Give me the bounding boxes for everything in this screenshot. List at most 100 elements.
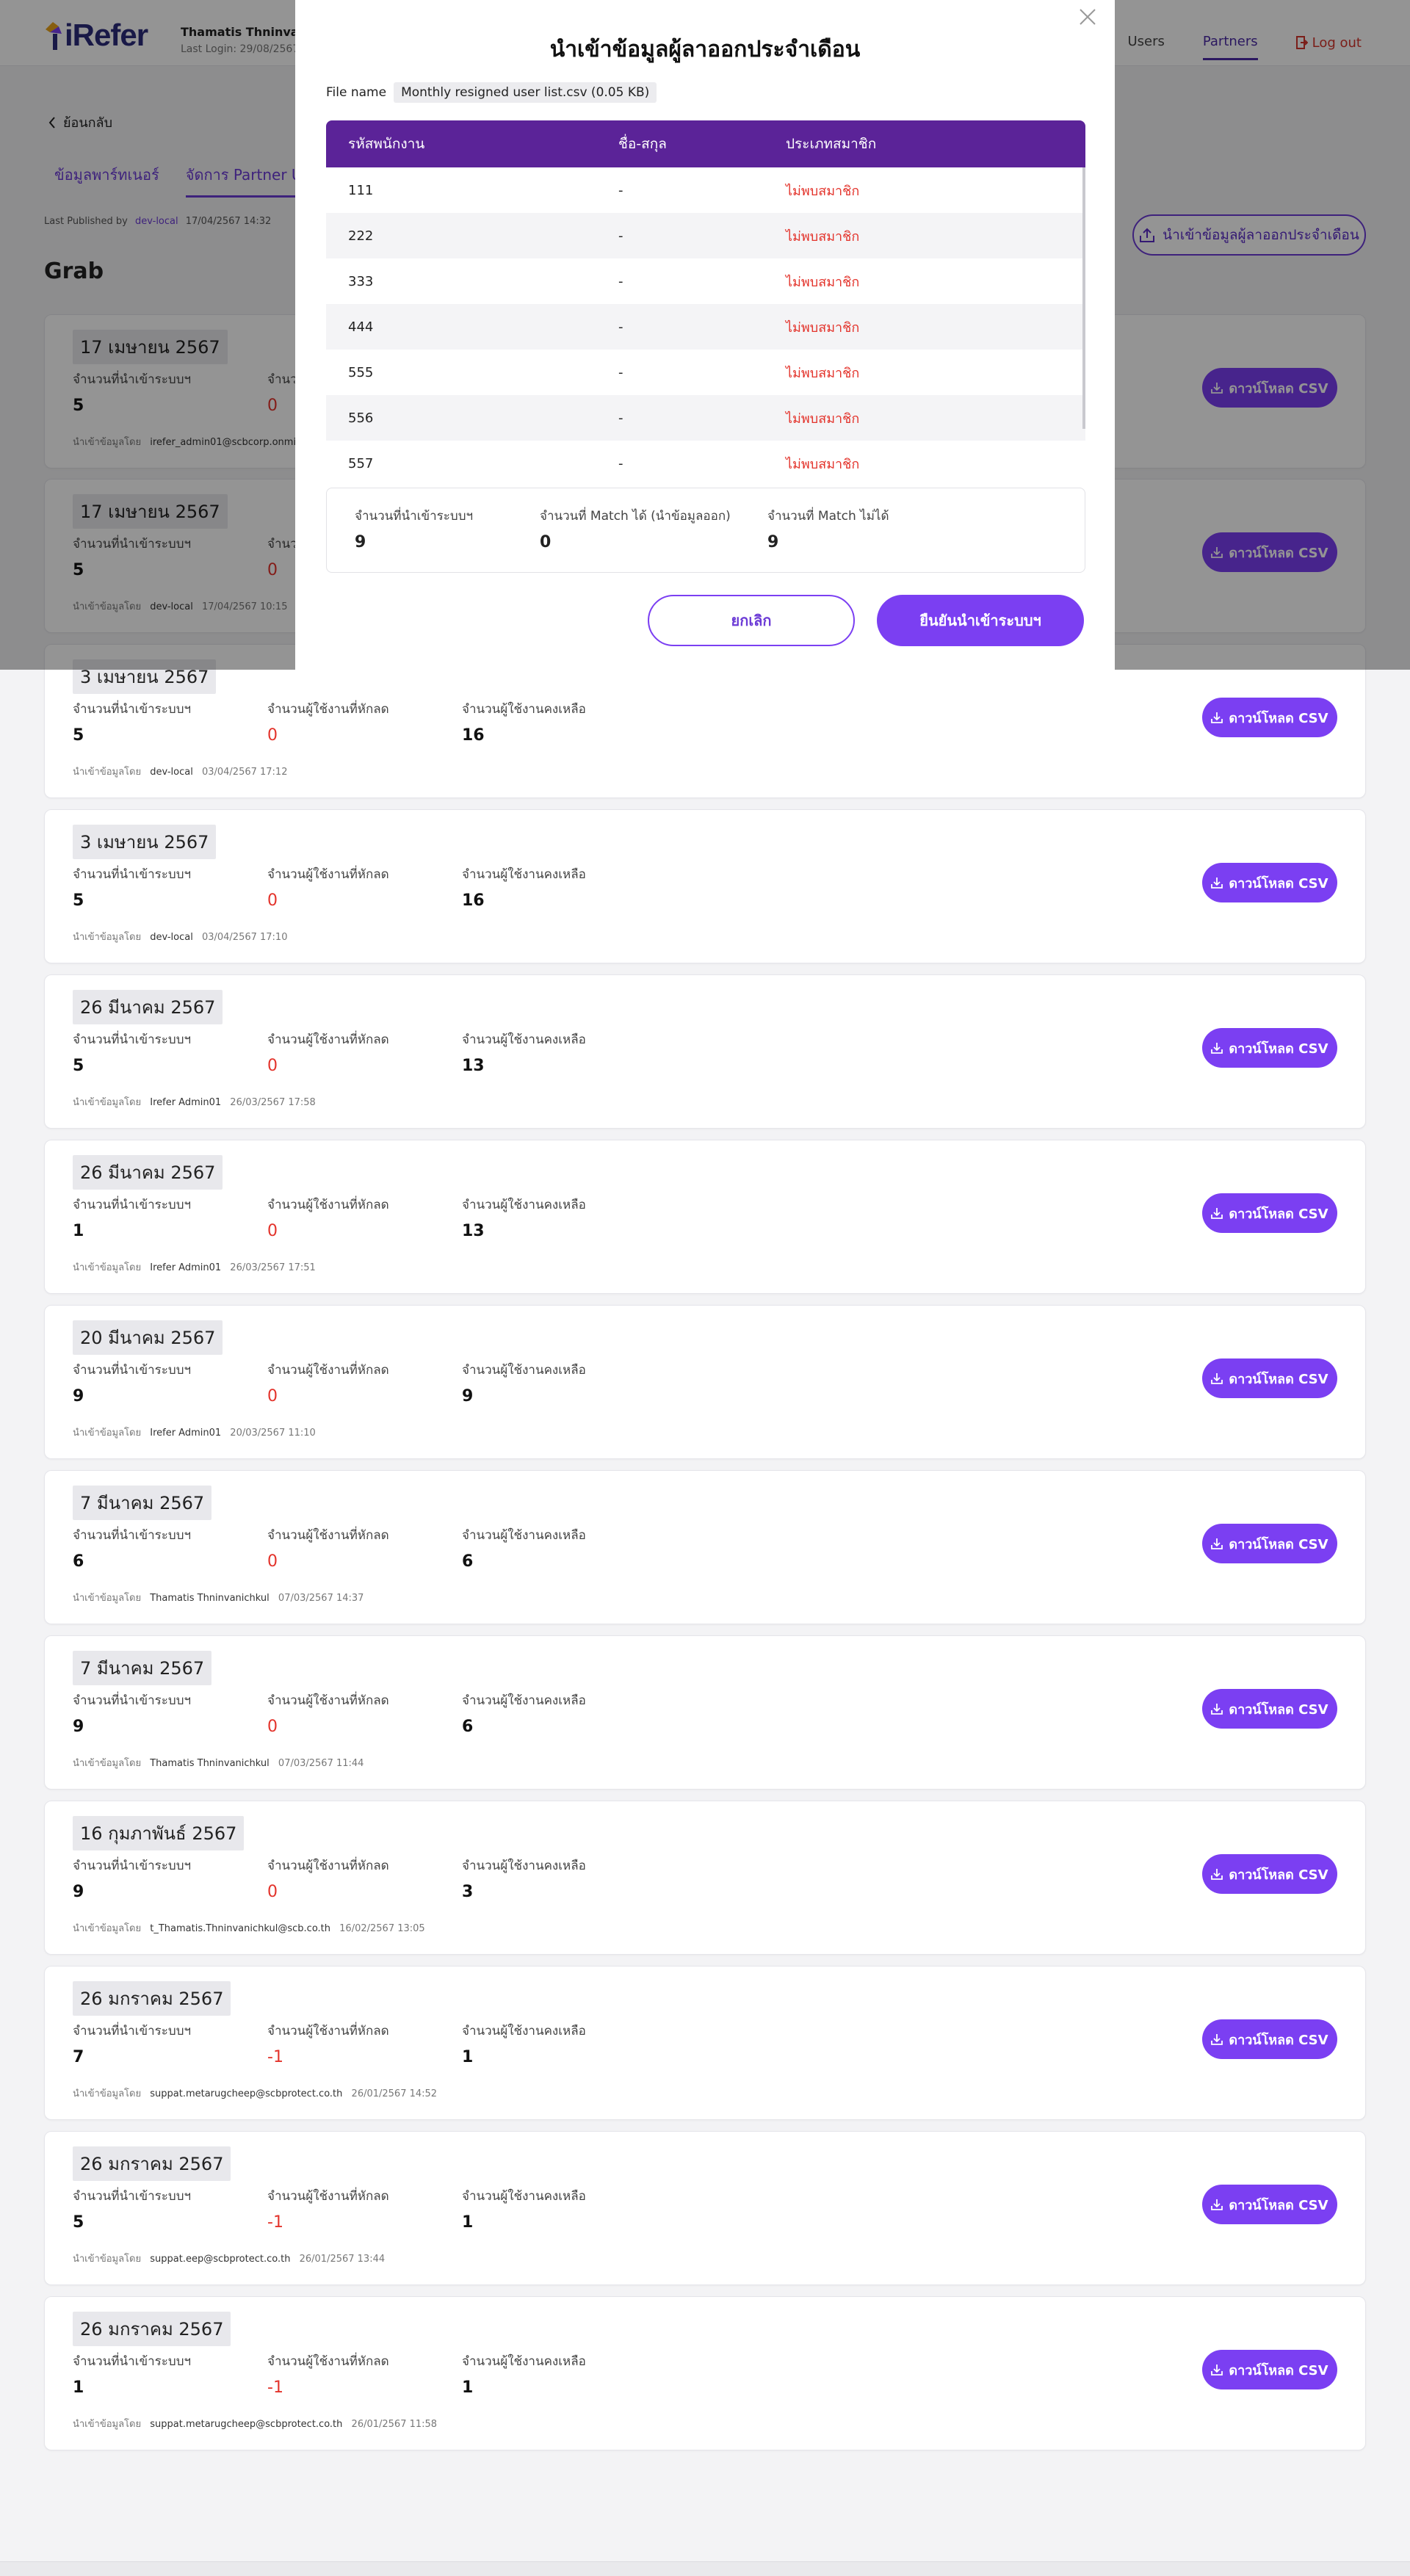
deducted-value: -1 (267, 2213, 283, 2232)
record-meta: นำเข้าข้อมูลโดย dev-local 03/04/2567 17:… (73, 929, 287, 944)
deducted-value: 0 (267, 1222, 278, 1240)
table-scrollbar[interactable] (1082, 167, 1085, 429)
remaining-label: จำนวนผู้ใช้งานคงเหลือ (462, 2354, 586, 2369)
imported-by-user: Irefer Admin01 (150, 1262, 222, 1273)
remaining-label: จำนวนผู้ใช้งานคงเหลือ (462, 1693, 586, 1708)
record-remaining: จำนวนผู้ใช้งานคงเหลือ 16 (462, 864, 586, 910)
imported-value: 9 (73, 1387, 84, 1405)
download-csv-button[interactable]: ดาวน์โหลด CSV (1202, 1193, 1337, 1233)
imported-at: 07/03/2567 14:37 (278, 1593, 364, 1604)
cell-employee-id: 444 (348, 319, 374, 335)
download-csv-button[interactable]: ดาวน์โหลด CSV (1202, 2185, 1337, 2224)
download-icon (1211, 1704, 1223, 1715)
column-header-member-type: ประเภทสมาชิก (786, 136, 877, 152)
imported-at: 26/03/2567 17:51 (230, 1262, 316, 1273)
deducted-label: จำนวนผู้ใช้งานที่หักลด (267, 1198, 389, 1212)
record-remaining: จำนวนผู้ใช้งานคงเหลือ 3 (462, 1856, 586, 1901)
download-csv-button[interactable]: ดาวน์โหลด CSV (1202, 1524, 1337, 1563)
imported-by-user: Irefer Admin01 (150, 1428, 222, 1439)
table-row: 333 - ไม่พบสมาชิก (326, 258, 1085, 304)
column-header-name: ชื่อ-สกุล (618, 136, 667, 152)
download-csv-button[interactable]: ดาวน์โหลด CSV (1202, 863, 1337, 902)
imported-value: 1 (73, 2378, 84, 2397)
deducted-label: จำนวนผู้ใช้งานที่หักลด (267, 2189, 389, 2204)
imported-label: จำนวนที่นำเข้าระบบฯ (73, 2189, 192, 2204)
imported-at: 26/01/2567 11:58 (351, 2419, 438, 2430)
imported-label: จำนวนที่นำเข้าระบบฯ (73, 1859, 192, 1873)
remaining-label: จำนวนผู้ใช้งานคงเหลือ (462, 2024, 586, 2038)
record-imported: จำนวนที่นำเข้าระบบฯ 1 (73, 1195, 191, 1240)
deducted-label: จำนวนผู้ใช้งานที่หักลด (267, 1363, 389, 1378)
table-row: 555 - ไม่พบสมาชิก (326, 350, 1085, 395)
imported-label: จำนวนที่นำเข้าระบบฯ (73, 1198, 192, 1212)
imported-at: 26/01/2567 14:52 (351, 2088, 438, 2099)
record-meta: นำเข้าข้อมูลโดย Irefer Admin01 20/03/256… (73, 1425, 316, 1440)
record-imported: จำนวนที่นำเข้าระบบฯ 5 (73, 864, 191, 910)
file-info: File name Monthly resigned user list.csv… (326, 82, 657, 103)
record-deducted: จำนวนผู้ใช้งานที่หักลด 0 (267, 864, 389, 910)
summary-matched: จำนวนที่ Match ได้ (นำข้อมูลออก) 0 (540, 506, 731, 551)
confirm-import-button[interactable]: ยืนยันนำเข้าระบบฯ (877, 595, 1084, 646)
download-csv-button[interactable]: ดาวน์โหลด CSV (1202, 2019, 1337, 2059)
deducted-value: 0 (267, 726, 278, 745)
download-icon (1211, 1373, 1223, 1384)
download-csv-button[interactable]: ดาวน์โหลด CSV (1202, 1358, 1337, 1398)
remaining-label: จำนวนผู้ใช้งานคงเหลือ (462, 1032, 586, 1047)
record-remaining: จำนวนผู้ใช้งานคงเหลือ 1 (462, 2186, 586, 2232)
page-horizontal-scrollbar[interactable] (0, 2561, 1410, 2576)
close-icon[interactable] (1077, 6, 1099, 28)
imported-by-label: นำเข้าข้อมูลโดย (73, 932, 142, 943)
record-imported: จำนวนที่นำเข้าระบบฯ 1 (73, 2351, 191, 2397)
download-icon (1211, 1869, 1223, 1880)
cell-employee-id: 222 (348, 228, 374, 244)
record-date: 26 มกราคม 2567 (73, 2146, 231, 2181)
imported-by-label: นำเข้าข้อมูลโดย (73, 1428, 142, 1439)
record-date: 26 มีนาคม 2567 (73, 990, 223, 1024)
cell-member-type: ไม่พบสมาชิก (786, 228, 860, 245)
remaining-label: จำนวนผู้ใช้งานคงเหลือ (462, 1363, 586, 1378)
download-csv-button[interactable]: ดาวน์โหลด CSV (1202, 1028, 1337, 1068)
deducted-label: จำนวนผู้ใช้งานที่หักลด (267, 2354, 389, 2369)
download-csv-button[interactable]: ดาวน์โหลด CSV (1202, 2350, 1337, 2389)
remaining-label: จำนวนผู้ใช้งานคงเหลือ (462, 867, 586, 882)
record-meta: นำเข้าข้อมูลโดย Thamatis Thninvanichkul … (73, 1755, 364, 1770)
download-label: ดาวน์โหลด CSV (1229, 710, 1328, 726)
imported-at: 16/02/2567 13:05 (339, 1923, 425, 1934)
record-meta: นำเข้าข้อมูลโดย dev-local 03/04/2567 17:… (73, 764, 287, 779)
record-remaining: จำนวนผู้ใช้งานคงเหลือ 1 (462, 2351, 586, 2397)
imported-label: จำนวนที่นำเข้าระบบฯ (73, 1032, 192, 1047)
deducted-value: 0 (267, 891, 278, 910)
record-date: 26 มกราคม 2567 (73, 1981, 231, 2016)
cell-name: - (618, 228, 623, 244)
record-imported: จำนวนที่นำเข้าระบบฯ 5 (73, 1030, 191, 1075)
download-csv-button[interactable]: ดาวน์โหลด CSV (1202, 1854, 1337, 1894)
record-remaining: จำนวนผู้ใช้งานคงเหลือ 6 (462, 1690, 586, 1736)
table-body[interactable]: 111 - ไม่พบสมาชิก 222 - ไม่พบสมาชิก 333 … (326, 167, 1085, 474)
imported-value: 6 (73, 1552, 84, 1571)
cell-employee-id: 556 (348, 410, 374, 426)
download-label: ดาวน์โหลด CSV (1229, 1206, 1328, 1222)
download-csv-button[interactable]: ดาวน์โหลด CSV (1202, 698, 1337, 737)
imported-value: 1 (73, 1222, 84, 1240)
record-deducted: จำนวนผู้ใช้งานที่หักลด -1 (267, 2351, 389, 2397)
deducted-value: 0 (267, 1718, 278, 1736)
resigned-table: รหัสพนักงาน ชื่อ-สกุล ประเภทสมาชิก 111 -… (326, 120, 1085, 474)
deducted-label: จำนวนผู้ใช้งานที่หักลด (267, 1859, 389, 1873)
import-record-card: 7 มีนาคม 2567 จำนวนที่นำเข้าระบบฯ 9 จำนว… (44, 1635, 1366, 1790)
record-remaining: จำนวนผู้ใช้งานคงเหลือ 1 (462, 2021, 586, 2066)
cell-name: - (618, 319, 623, 335)
cancel-button[interactable]: ยกเลิก (648, 595, 855, 646)
imported-by-user: t_Thamatis.Thninvanichkul@scb.co.th (150, 1923, 331, 1934)
record-deducted: จำนวนผู้ใช้งานที่หักลด 0 (267, 1690, 389, 1736)
imported-by-user: dev-local (150, 767, 193, 778)
imported-at: 07/03/2567 11:44 (278, 1758, 364, 1769)
remaining-value: 16 (462, 891, 485, 910)
imported-at: 26/03/2567 17:58 (230, 1097, 316, 1108)
record-meta: นำเข้าข้อมูลโดย t_Thamatis.Thninvanichku… (73, 1920, 425, 1936)
download-label: ดาวน์โหลด CSV (1229, 2032, 1328, 2048)
download-csv-button[interactable]: ดาวน์โหลด CSV (1202, 1689, 1337, 1729)
imported-label: จำนวนที่นำเข้าระบบฯ (73, 1528, 192, 1543)
record-meta: นำเข้าข้อมูลโดย Irefer Admin01 26/03/256… (73, 1094, 316, 1110)
table-row: 222 - ไม่พบสมาชิก (326, 213, 1085, 258)
imported-label: จำนวนที่นำเข้าระบบฯ (73, 702, 192, 717)
